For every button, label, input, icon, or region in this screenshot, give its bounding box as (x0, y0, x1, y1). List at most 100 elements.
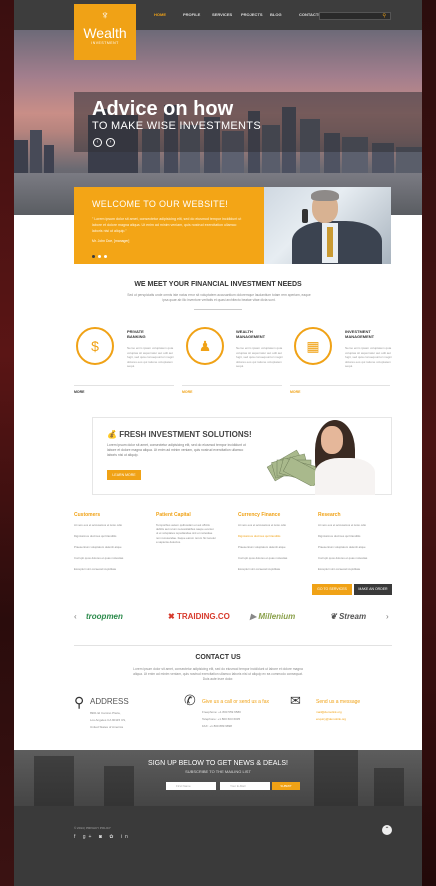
column-title-customers: Customers (74, 512, 101, 518)
welcome-box: WELCOME TO OUR WEBSITE! " Lorem ipsum do… (74, 187, 264, 264)
fresh-solutions-banner: 💰 FRESH INVESTMENT SOLUTIONS! Lorem ipsu… (92, 417, 392, 495)
column-title-currency-finance: Currency Finance (238, 512, 281, 518)
partner-logo-troopmen[interactable]: troopmen (86, 612, 123, 621)
needs-title: WE MEET YOUR FINANCIAL INVESTMENT NEEDS (134, 281, 302, 288)
nav-blog[interactable]: BLOG (270, 12, 299, 17)
column-text-patient-capital: Temporibus autem quibusdam et aut offici… (156, 523, 217, 544)
back-to-top-icon[interactable]: ⌃ (382, 825, 392, 835)
partners-next-icon[interactable]: › (386, 612, 389, 621)
list-item[interactable]: Praesentium voluptatum deleniti atque (318, 545, 366, 549)
partner-name-stream: Stream (338, 612, 367, 621)
newsletter-subtitle: SUBSCRIBE TO THE MAILING LIST (185, 769, 251, 774)
fresh-title-row: 💰 FRESH INVESTMENT SOLUTIONS! (107, 430, 252, 439)
feature-text-investment-management: Nemo enim ipsam voluptatem quia voluptas… (345, 346, 392, 368)
newsletter-title: SIGN UP BELOW TO GET NEWS & DEALS! (148, 760, 288, 767)
list-item[interactable]: Excepturi sint occaecati cupiditate (238, 567, 280, 571)
feature-title-investment-management: INVESTMENT MANAGEMENT (345, 329, 375, 339)
wealth-management-icon[interactable]: ♟ (186, 327, 224, 365)
feature-divider (182, 385, 282, 386)
address-title: ADDRESS (90, 697, 129, 706)
pagination-dot[interactable] (92, 255, 95, 258)
feature-divider (290, 385, 390, 386)
list-item[interactable]: Praesentium voluptatum deleniti atque (74, 545, 122, 549)
nav-projects[interactable]: PROJECTS (241, 12, 270, 17)
phone-line: Telephone: +1 800 603 6035 (202, 717, 241, 721)
list-item[interactable]: Dignissimos ducimus qui blanditiis (318, 534, 360, 538)
nav-services[interactable]: SERVICES (212, 12, 241, 17)
nav-profile[interactable]: PROFILE (183, 12, 212, 17)
list-item[interactable]: At vero eos et accusamus et iusto odio (318, 523, 366, 527)
list-item[interactable]: Corrupti quos dolores et quas molestias (74, 556, 123, 560)
welcome-quote: " Lorem ipsum dolor sit amet, consectetu… (92, 217, 242, 233)
first-name-input[interactable]: First Name (166, 782, 216, 790)
money-bag-icon: 💰 (107, 430, 117, 439)
search-input[interactable]: ⚲ (319, 12, 391, 20)
play-circle-icon: ▶ (250, 612, 257, 621)
partner-logo-stream[interactable]: ❦ Stream (330, 612, 366, 621)
photo-tie (327, 227, 333, 257)
fresh-title: FRESH INVESTMENT SOLUTIONS! (119, 430, 252, 439)
social-icons[interactable]: f g+ ◙ ✿ in (74, 834, 131, 840)
list-item[interactable]: Corrupti quos dolores et quas molestias (238, 556, 287, 560)
first-name-placeholder: First Name (176, 784, 191, 788)
go-to-services-button[interactable]: GO TO SERVICES (312, 584, 352, 595)
page-background-right (422, 0, 436, 886)
make-an-order-button[interactable]: MAKE AN ORDER (354, 584, 392, 595)
pagination-dot[interactable] (104, 255, 107, 258)
search-icon[interactable]: ⚲ (382, 13, 386, 19)
contact-text: Lorem ipsum dolor sit amet, consectetur … (133, 667, 303, 681)
list-item[interactable]: Corrupti quos dolores et quas molestias (318, 556, 367, 560)
feature-title-private-banking: PRIVATE BANKING (127, 329, 146, 339)
partner-logo-traiding[interactable]: ✖ TRAIDING.CO (168, 612, 230, 621)
list-item[interactable]: At vero eos et accusamus et iusto odio (74, 523, 122, 527)
section-divider (194, 309, 242, 310)
contact-divider (74, 645, 392, 646)
submit-button[interactable]: SUBMIT (272, 782, 300, 790)
photo-phone (302, 209, 308, 223)
fresh-text: Lorem ipsum dolor sit amet, consectetur … (107, 443, 246, 457)
list-item[interactable]: At vero eos et accusamus et iusto odio (238, 523, 286, 527)
feature-text-wealth-management: Nemo enim ipsam voluptatem quia voluptas… (236, 346, 283, 368)
woman-photo-top (315, 458, 375, 495)
private-banking-icon[interactable]: $ (76, 327, 114, 365)
slider-prev-icon[interactable]: ‹ (93, 138, 102, 147)
mail-link[interactable]: enquiry@demolink.org (316, 717, 346, 722)
address-line: 8901 El Camino Plaza, (90, 711, 121, 715)
logo[interactable]: ♆ Wealth INVESTMENT (74, 4, 136, 60)
mail-title: Send us a message (316, 699, 361, 705)
partners-prev-icon[interactable]: ‹ (74, 612, 77, 621)
investment-management-icon[interactable]: ▦ (294, 327, 332, 365)
slider-next-icon[interactable]: › (106, 138, 115, 147)
list-item[interactable]: Dignissimos ducimus qui blanditiis (74, 534, 116, 538)
more-link-private-banking[interactable]: MORE (74, 390, 85, 394)
more-link-investment-management[interactable]: MORE (290, 390, 301, 394)
hero-subtitle: TO MAKE WISE INVESTMENTS (92, 120, 261, 132)
list-item[interactable]: Praesentium voluptatum deleniti atque (238, 545, 286, 549)
column-title-patient-capital: Patient Capital (156, 512, 191, 518)
woman-photo-face (321, 426, 343, 454)
list-item[interactable]: Dignissimos ducimus qui blanditiis (238, 534, 280, 538)
list-item[interactable]: Excepturi sint occaecati cupiditate (318, 567, 360, 571)
more-link-wealth-management[interactable]: MORE (182, 390, 193, 394)
logo-tagline: INVESTMENT (91, 41, 119, 45)
nav-home[interactable]: HOME (154, 12, 183, 17)
copyright-privacy-link[interactable]: © 2014 | PRIVACY POLICY (74, 826, 111, 830)
phone-line: FAX: +1 800 889 9898 (202, 724, 232, 728)
contact-title: CONTACT US (195, 654, 241, 661)
needs-text: Sed ut perspiciatis unde omnis iste natu… (127, 293, 311, 302)
website-page: ♆ Wealth INVESTMENT HOME PROFILE SERVICE… (14, 0, 422, 886)
building-silhouette (314, 750, 358, 806)
mail-link[interactable]: mail@demolink.org (316, 710, 342, 715)
feature-title-wealth-management: WEALTH MANAGEMENT (236, 329, 266, 339)
email-input[interactable]: Your E-Mail (220, 782, 270, 790)
address-line: United States of America (90, 725, 124, 729)
feature-text-private-banking: Nemo enim ipsam voluptatem quia voluptas… (127, 346, 174, 368)
learn-more-button[interactable]: LEARN MORE (107, 470, 141, 480)
list-item[interactable]: Excepturi sint occaecati cupiditate (74, 567, 116, 571)
pagination-dot[interactable] (98, 255, 101, 258)
address-line: Los Angeles CA 90115 US, (90, 718, 126, 722)
partner-logo-millenium[interactable]: ▶ Millenium (250, 612, 295, 621)
welcome-pagination (92, 255, 107, 258)
businessman-photo (264, 187, 391, 264)
newsletter-section (14, 750, 422, 806)
